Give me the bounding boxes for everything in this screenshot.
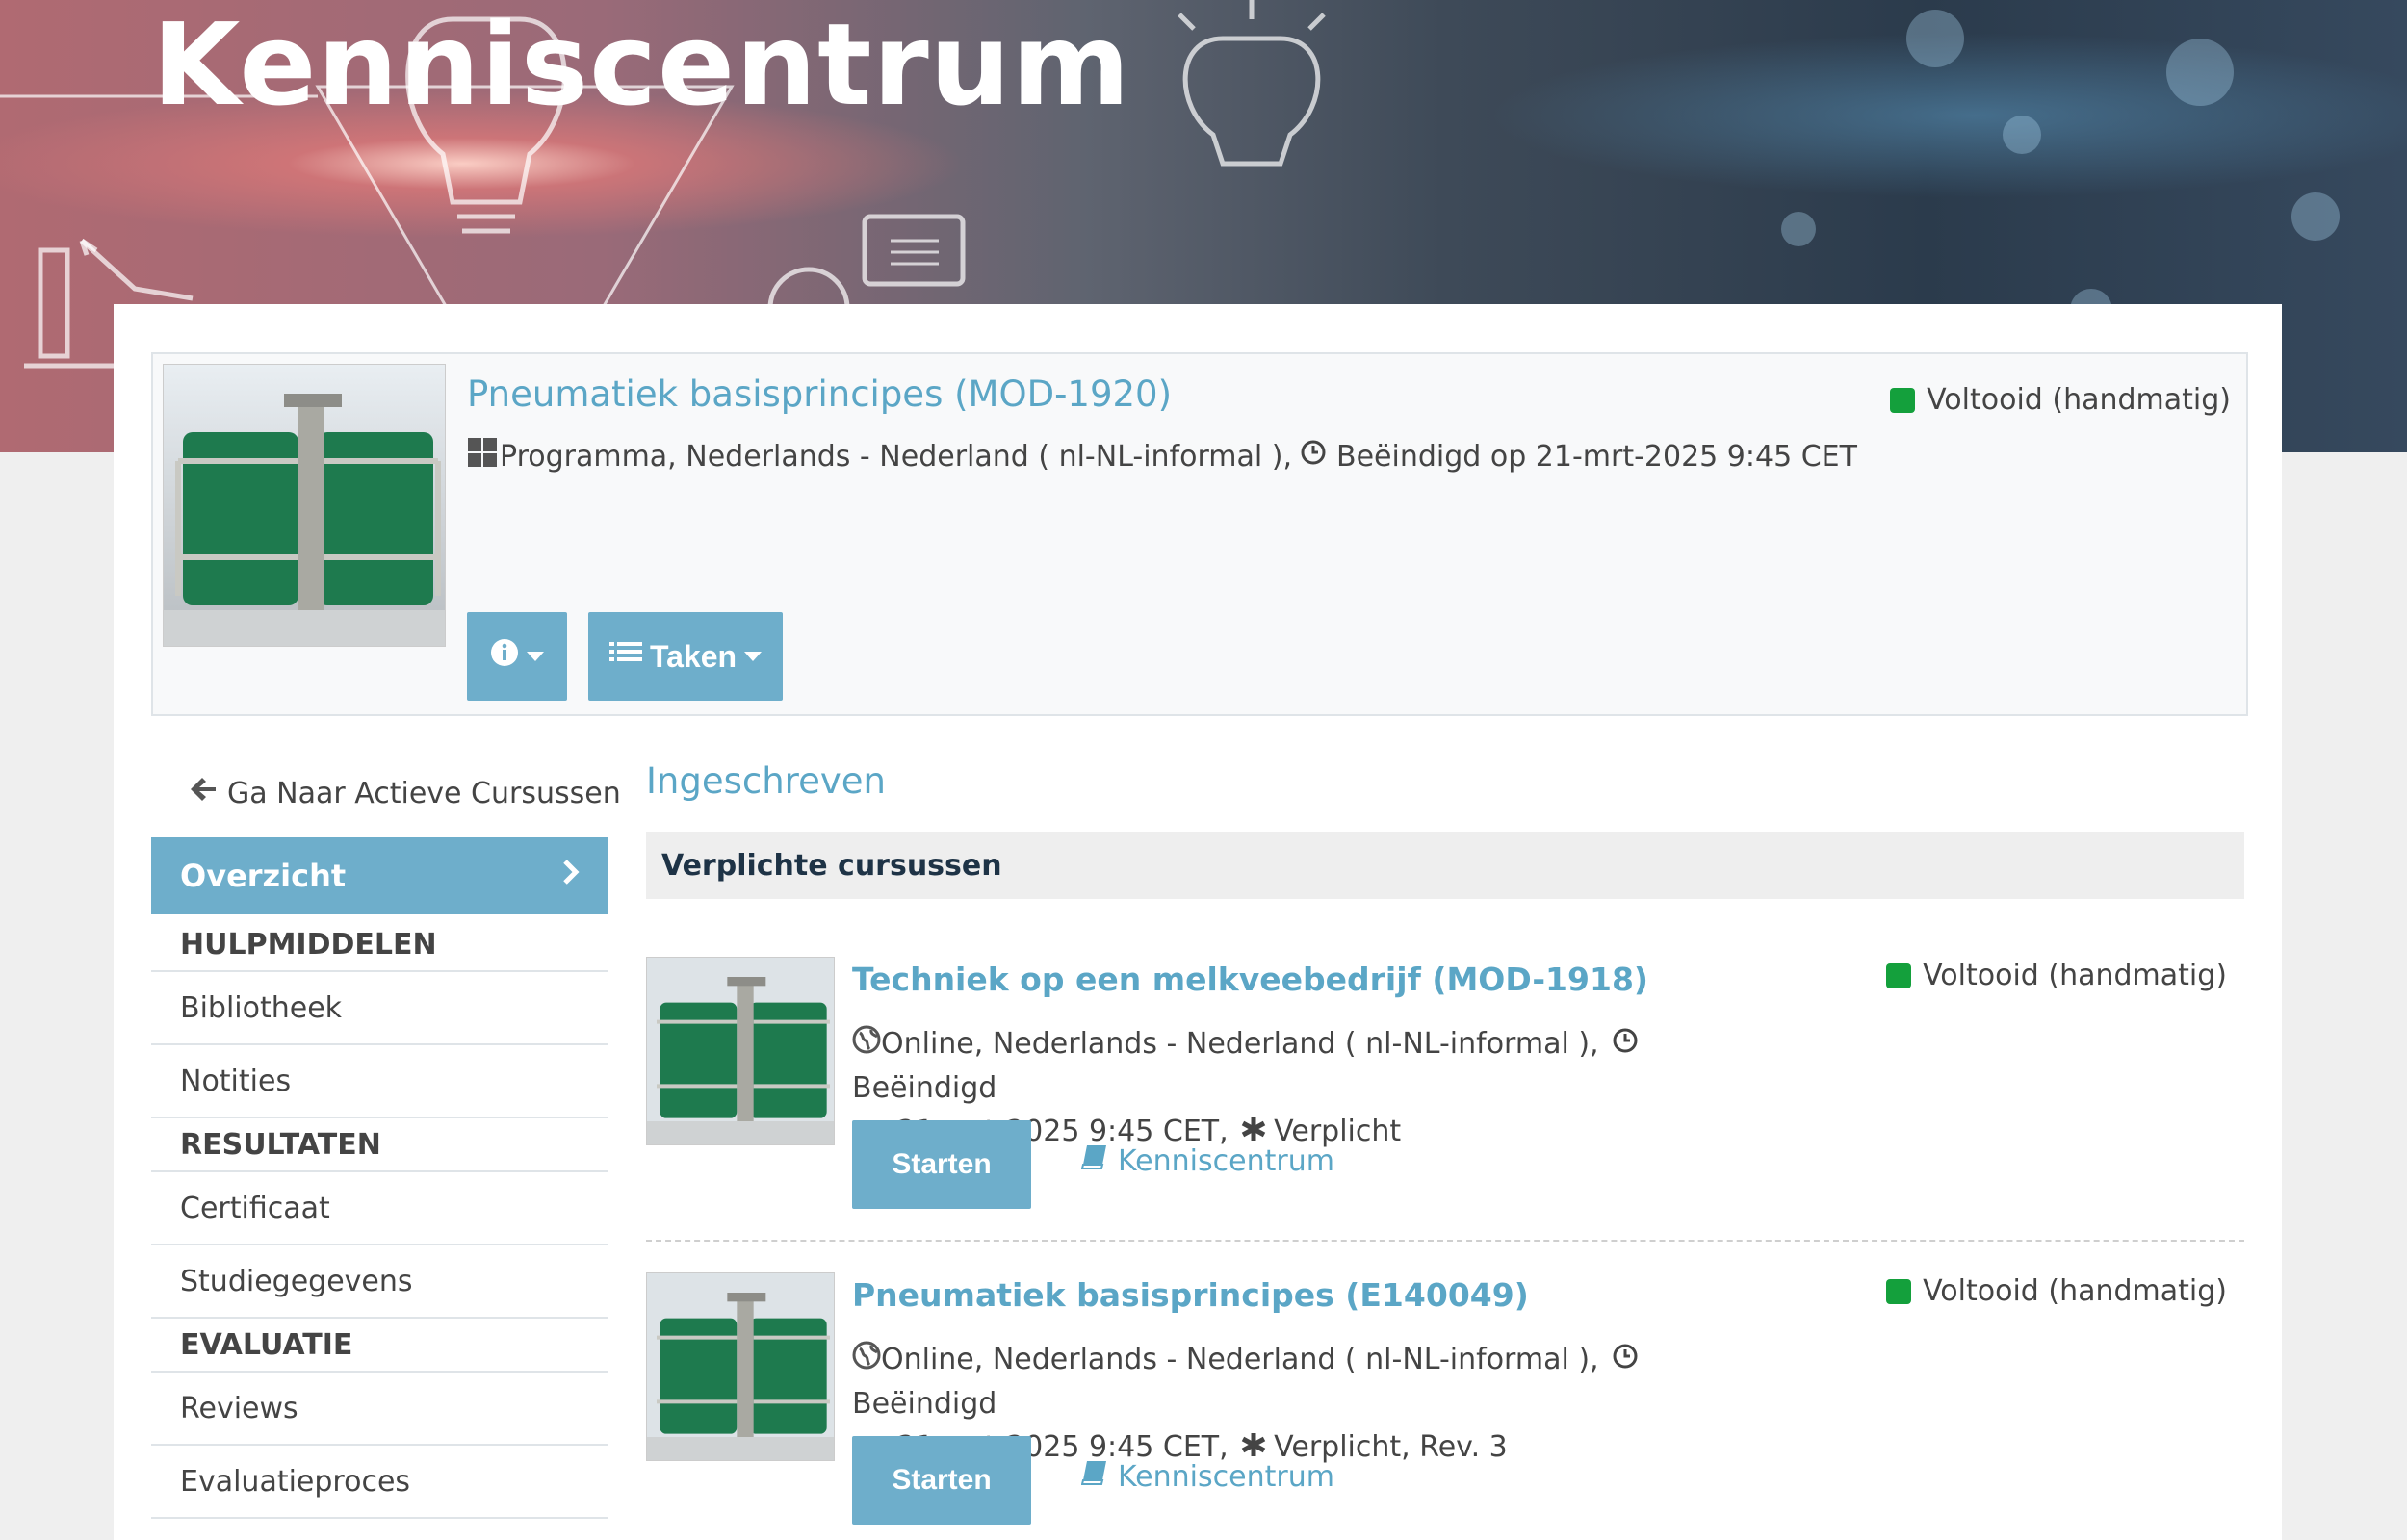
start-button[interactable]: Starten <box>852 1436 1031 1525</box>
list-icon <box>608 639 642 675</box>
course-status: Voltooid (handmatig) <box>1886 959 2227 992</box>
chevron-down-icon <box>744 652 763 661</box>
nav-item-certificate[interactable]: Certificaat <box>151 1172 608 1245</box>
nav-item-reviews[interactable]: Reviews <box>151 1373 608 1446</box>
enrolled-heading: Ingeschreven <box>646 760 886 802</box>
clock-icon <box>1612 1339 1639 1382</box>
nav-section-results: RESULTATEN <box>151 1118 608 1172</box>
course-title[interactable]: Techniek op een melkveebedrijf (MOD-1918… <box>852 961 1648 998</box>
back-to-active-courses-link[interactable]: Ga Naar Actieve Cursussen <box>189 776 621 810</box>
program-status-text: Voltooid (handmatig) <box>1927 383 2231 417</box>
required-courses-heading: Verplichte cursussen <box>646 832 2244 899</box>
book-icon <box>1080 1143 1108 1178</box>
course-divider <box>646 1240 2244 1242</box>
back-link-label: Ga Naar Actieve Cursussen <box>227 776 621 810</box>
main-panel: Pneumatiek basisprincipes (MOD-1920) Pro… <box>114 304 2282 1540</box>
course-thumbnail[interactable] <box>646 1272 835 1461</box>
course-meta-line1: Online, Nederlands - Nederland ( nl-NL-i… <box>881 1343 1609 1376</box>
course-meta-line1: Online, Nederlands - Nederland ( nl-NL-i… <box>881 1027 1609 1061</box>
clock-icon <box>1300 439 1327 474</box>
course-status: Voltooid (handmatig) <box>1886 1274 2227 1308</box>
start-button[interactable]: Starten <box>852 1120 1031 1209</box>
nav-item-library[interactable]: Bibliotheek <box>151 972 608 1045</box>
chevron-right-icon <box>561 858 581 894</box>
info-dropdown-button[interactable] <box>467 612 567 701</box>
kenniscentrum-link-label: Kenniscentrum <box>1118 1459 1334 1494</box>
tasks-dropdown-button[interactable]: Taken <box>588 612 783 701</box>
clock-icon <box>1612 1023 1639 1066</box>
course-thumbnail[interactable] <box>646 957 835 1145</box>
info-icon <box>490 638 519 675</box>
arrow-left-icon <box>189 776 218 810</box>
course-title[interactable]: Pneumatiek basisprincipes (E140049) <box>852 1276 1529 1314</box>
nav-item-evaluation-process[interactable]: Evaluatieproces <box>151 1446 608 1519</box>
status-dot <box>1886 962 1912 988</box>
grid-icon <box>467 437 498 475</box>
nav-item-overview-label: Overzicht <box>180 858 347 894</box>
program-header: Pneumatiek basisprincipes (MOD-1920) Pro… <box>151 352 2248 716</box>
program-title[interactable]: Pneumatiek basisprincipes (MOD-1920) <box>467 373 1172 415</box>
nav-section-tools: HULPMIDDELEN <box>151 918 608 972</box>
tasks-label: Taken <box>649 638 738 674</box>
nav-item-study-records[interactable]: Studiegegevens <box>151 1245 608 1319</box>
nav-section-evaluation: EVALUATIE <box>151 1319 608 1373</box>
status-dot <box>1890 387 1916 413</box>
banner-title: Kenniscentrum <box>152 0 1131 131</box>
program-status: Voltooid (handmatig) <box>1890 383 2231 417</box>
globe-icon <box>852 1023 881 1066</box>
nav-item-overview[interactable]: Overzicht <box>151 837 608 914</box>
program-meta-text: Programma, Nederlands - Nederland ( nl-N… <box>500 439 1292 474</box>
kenniscentrum-link[interactable]: Kenniscentrum <box>1080 1459 1334 1494</box>
status-dot <box>1886 1278 1912 1304</box>
globe-icon <box>852 1339 881 1382</box>
chevron-down-icon <box>527 652 544 661</box>
program-ended: Beëindigd op 21-mrt-2025 9:45 CET <box>1336 439 1857 474</box>
kenniscentrum-link-label: Kenniscentrum <box>1118 1143 1334 1178</box>
course-status-text: Voltooid (handmatig) <box>1923 959 2227 992</box>
course-status-text: Voltooid (handmatig) <box>1923 1274 2227 1308</box>
course-ended-label: Beëindigd <box>852 1071 997 1105</box>
nav-item-notes[interactable]: Notities <box>151 1045 608 1118</box>
program-thumbnail <box>163 364 446 647</box>
program-meta: Programma, Nederlands - Nederland ( nl-N… <box>467 437 1857 475</box>
book-icon <box>1080 1459 1108 1494</box>
kenniscentrum-link[interactable]: Kenniscentrum <box>1080 1143 1334 1178</box>
course-ended-label: Beëindigd <box>852 1387 997 1421</box>
